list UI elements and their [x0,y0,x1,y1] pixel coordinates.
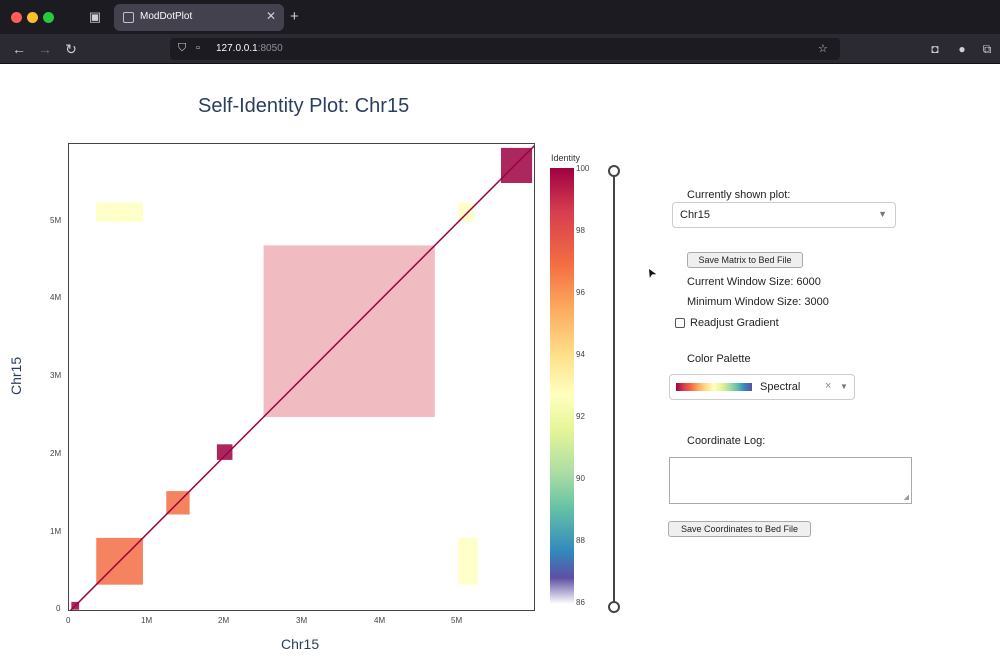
minimum-window-size: Minimum Window Size: 3000 [687,296,829,308]
pocket-icon[interactable]: ◘ [928,42,942,56]
y-tick-label: 3M [50,371,62,380]
window-maximize-icon[interactable] [43,12,54,23]
chevron-down-icon[interactable]: ▼ [878,209,887,219]
plot-select-dropdown[interactable]: Chr15 ▼ [672,202,896,228]
url-host: 127.0.0.1 [216,43,258,54]
new-tab-icon[interactable]: + [290,8,299,25]
chevron-down-icon[interactable]: ▼ [840,382,848,391]
y-tick-label: 4M [50,293,62,302]
extensions-icon[interactable]: ⧉ [980,42,994,56]
x-tick-label: 3M [296,616,308,625]
y-tick-label: 0 [56,604,61,613]
colorbar-title: Identity [551,153,581,163]
y-axis-title: Chr15 [8,356,24,395]
heatmap-block[interactable] [458,537,478,585]
colorbar-tick: 90 [576,474,585,483]
clear-icon[interactable]: × [825,380,831,392]
reload-icon[interactable]: ↻ [62,40,80,58]
bookmark-star-icon[interactable]: ☆ [818,42,828,55]
plot-title: Self-Identity Plot: Chr15 [198,95,410,117]
x-axis-title: Chr15 [281,636,320,652]
range-slider-bottom-handle[interactable] [608,601,620,613]
save-matrix-button[interactable]: Save Matrix to Bed File [687,252,803,268]
color-palette-dropdown[interactable]: Spectral × ▼ [669,374,855,400]
x-tick-label: 0 [66,616,71,625]
tab-close-icon[interactable]: ✕ [266,9,276,23]
shown-plot-label: Currently shown plot: [687,189,791,201]
dotplot-heatmap[interactable] [68,143,535,611]
back-arrow-icon[interactable]: ← [10,40,28,58]
tab-favicon-icon [123,12,134,23]
x-tick-label: 1M [141,616,153,625]
page-info-icon[interactable]: ▫ [196,42,200,54]
coordinate-log-textarea[interactable]: ◢ [669,457,912,504]
colorbar-tick: 88 [576,536,585,545]
shield-icon[interactable]: ⛉ [178,42,186,55]
colorbar-tick: 92 [576,412,585,421]
x-tick-label: 4M [374,616,386,625]
color-palette-label: Color Palette [687,353,751,365]
x-tick-label: 5M [451,616,463,625]
save-coordinates-button[interactable]: Save Coordinates to Bed File [668,521,811,537]
range-slider-top-handle[interactable] [608,165,620,177]
navigation-bar: ← → ↻ ⛉ ▫ 127.0.0.1:8050 ☆ ◘ ● ⧉ [0,34,1000,64]
y-tick-label: 5M [50,216,62,225]
heatmap-svg[interactable] [69,144,535,611]
colorbar-tick: 98 [576,226,585,235]
y-tick-label: 1M [50,527,62,536]
address-bar[interactable]: ⛉ ▫ 127.0.0.1:8050 ☆ [170,38,840,60]
url-port: :8050 [257,43,283,54]
palette-swatch [676,383,752,391]
browser-tab-bar: ▣ ModDotPlot ✕ + [0,0,1000,34]
readjust-gradient-label[interactable]: Readjust Gradient [690,317,779,329]
identity-colorbar [550,168,574,604]
resize-handle-icon[interactable]: ◢ [904,493,909,501]
heatmap-block[interactable] [216,444,233,460]
tab-overview-icon[interactable]: ▣ [86,8,104,26]
x-tick-label: 2M [218,616,230,625]
current-window-size: Current Window Size: 6000 [687,276,821,288]
plot-select-value: Chr15 [680,209,710,221]
browser-tab[interactable]: ModDotPlot ✕ [114,4,284,31]
window-close-icon[interactable] [11,12,22,23]
range-slider-track[interactable] [613,170,615,606]
palette-value: Spectral [760,381,801,393]
tab-title: ModDotPlot [140,11,193,22]
colorbar-tick: 100 [576,164,590,173]
coordinate-log-label: Coordinate Log: [687,435,766,447]
colorbar-tick: 94 [576,350,585,359]
forward-arrow-icon[interactable]: → [36,40,54,58]
colorbar-tick: 86 [576,598,585,607]
account-icon[interactable]: ● [955,42,969,56]
heatmap-block[interactable] [96,202,143,223]
window-minimize-icon[interactable] [27,12,38,23]
mouse-cursor-icon: ➤ [642,265,660,281]
readjust-gradient-checkbox[interactable] [675,318,685,328]
y-tick-label: 2M [50,449,62,458]
colorbar-tick: 96 [576,288,585,297]
url-text[interactable]: 127.0.0.1:8050 [216,43,283,54]
